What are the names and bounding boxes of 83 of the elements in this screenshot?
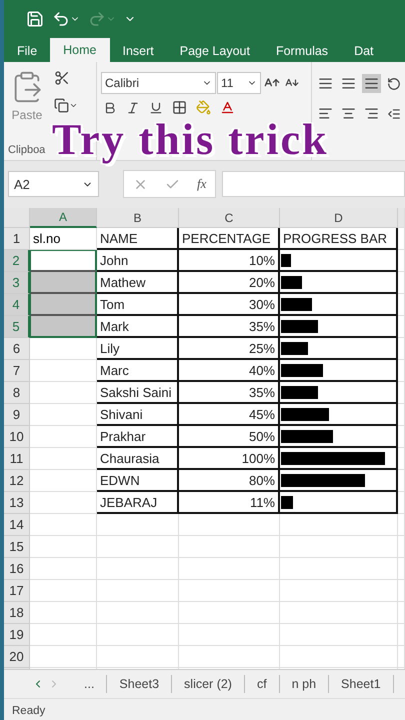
- table-cell: 35%: [179, 382, 280, 404]
- table-cell: JEBARAJ: [97, 492, 179, 514]
- fill-color-icon[interactable]: [194, 98, 213, 117]
- row-header[interactable]: 15: [4, 536, 30, 558]
- table-cell: 20%: [179, 272, 280, 294]
- table-cell: sl.no: [30, 228, 97, 250]
- column-header[interactable]: C: [179, 208, 280, 228]
- table-cell: 80%: [179, 470, 280, 492]
- row-header[interactable]: 11: [4, 448, 30, 470]
- ribbon-tab[interactable]: Insert: [110, 40, 167, 62]
- ribbon-tab[interactable]: Formulas: [262, 40, 342, 62]
- row-header[interactable]: 9: [4, 404, 30, 426]
- column-header[interactable]: D: [280, 208, 398, 228]
- table-cell: [30, 646, 97, 668]
- table-cell: Sakshi Saini: [97, 382, 179, 404]
- table-cell: Shivani: [97, 404, 179, 426]
- ribbon-tab[interactable]: Home: [50, 38, 110, 62]
- table-cell: 45%: [179, 404, 280, 426]
- table-cell: John: [97, 250, 179, 272]
- table-cell: 25%: [179, 338, 280, 360]
- table-cell: Chaurasia: [97, 448, 179, 470]
- table-cell: [30, 514, 97, 536]
- table-cell: Mathew: [97, 272, 179, 294]
- table-cell: 50%: [179, 426, 280, 448]
- table-cell: Mark: [97, 316, 179, 338]
- table-cell: 40%: [179, 360, 280, 382]
- row-header[interactable]: 8: [4, 382, 30, 404]
- table-cell: NAME: [97, 228, 179, 250]
- insert-function-button[interactable]: fx: [197, 176, 206, 192]
- column-header[interactable]: B: [97, 208, 179, 228]
- table-cell: PROGRESS BAR: [280, 228, 398, 250]
- undo-icon[interactable]: [52, 10, 80, 28]
- row-header[interactable]: 20: [4, 646, 30, 668]
- row-header[interactable]: 3: [4, 272, 30, 294]
- table-cell: 10%: [179, 250, 280, 272]
- status-text: Ready: [4, 698, 405, 720]
- sheet-tab[interactable]: Sheet1: [329, 675, 394, 693]
- table-cell: [30, 580, 97, 602]
- table-cell: 11%: [179, 492, 280, 514]
- table-cell: Lily: [97, 338, 179, 360]
- row-header[interactable]: 18: [4, 602, 30, 624]
- row-header[interactable]: 17: [4, 580, 30, 602]
- table-cell: 30%: [179, 294, 280, 316]
- row-header[interactable]: 10: [4, 426, 30, 448]
- ribbon-tab[interactable]: Dat: [341, 40, 387, 62]
- table-cell: PERCENTAGE: [179, 228, 280, 250]
- column-header[interactable]: A: [30, 208, 97, 228]
- table-cell: Tom: [97, 294, 179, 316]
- row-header[interactable]: 19: [4, 624, 30, 646]
- ribbon-tab[interactable]: File: [4, 40, 50, 62]
- formula-field[interactable]: [222, 171, 405, 197]
- row-header[interactable]: 6: [4, 338, 30, 360]
- align-bottom-icon[interactable]: [362, 74, 381, 93]
- row-header[interactable]: 4: [4, 294, 30, 316]
- table-cell: [30, 536, 97, 558]
- table-cell: [30, 602, 97, 624]
- font-name-field[interactable]: Calibri: [101, 72, 216, 94]
- row-header[interactable]: 12: [4, 470, 30, 492]
- more-sheets-button[interactable]: ...: [72, 675, 108, 693]
- row-header[interactable]: 13: [4, 492, 30, 514]
- group-label: Clipboa: [8, 144, 46, 156]
- sheet-tab[interactable]: Sheet3: [107, 675, 172, 693]
- table-cell: 100%: [179, 448, 280, 470]
- row-header[interactable]: 1: [4, 228, 30, 250]
- table-cell: [30, 558, 97, 580]
- row-header[interactable]: 16: [4, 558, 30, 580]
- table-cell: [30, 624, 97, 646]
- row-header[interactable]: 5: [4, 316, 30, 338]
- table-cell: Marc: [97, 360, 179, 382]
- sheet-tab[interactable]: n ph: [280, 675, 330, 693]
- sheet-tab[interactable]: slicer (2): [172, 675, 245, 693]
- table-cell: Prakhar: [97, 426, 179, 448]
- save-icon[interactable]: [26, 10, 44, 28]
- table-cell: EDWN: [97, 470, 179, 492]
- table-cell: 35%: [179, 316, 280, 338]
- sheet-tab[interactable]: cf: [244, 675, 280, 693]
- font-size-field[interactable]: 11: [217, 72, 261, 94]
- ribbon-tab[interactable]: Page Layout: [166, 40, 263, 62]
- name-box[interactable]: A2: [8, 171, 100, 197]
- row-header[interactable]: 7: [4, 360, 30, 382]
- row-header[interactable]: 2: [4, 250, 30, 272]
- row-header[interactable]: 14: [4, 514, 30, 536]
- caption-overlay: Try this trick: [51, 115, 330, 166]
